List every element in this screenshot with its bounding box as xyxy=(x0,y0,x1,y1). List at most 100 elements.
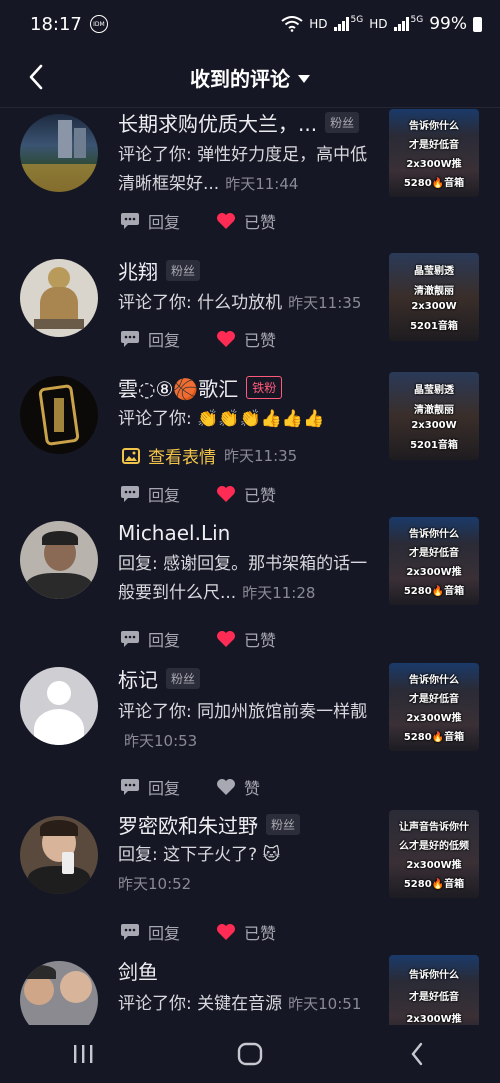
thumbnail-caption: 晶莹剔透 清澈靓丽 2x300W 5201音箱 xyxy=(389,372,479,460)
heart-icon xyxy=(217,331,236,347)
thumb-line: 2x300W推 xyxy=(406,567,462,578)
video-thumbnail[interactable]: 告诉你什么 才是好低音 2x300W推 xyxy=(389,955,479,1025)
fan-badge: 粉丝 xyxy=(166,667,201,689)
like-button[interactable]: 赞 xyxy=(216,775,260,799)
like-button[interactable]: 已赞 xyxy=(216,209,276,233)
reply-label: 回复 xyxy=(148,486,181,505)
like-button[interactable]: 已赞 xyxy=(216,627,276,651)
thumb-line: 才是好低音 xyxy=(409,694,459,705)
thumb-line: 才是好低音 xyxy=(409,140,459,151)
comment-body: 回复: 这下子火了? 🐱 xyxy=(118,845,281,865)
avatar[interactable] xyxy=(20,259,98,337)
reply-button[interactable]: 回复 xyxy=(120,920,180,944)
heart-outline-icon xyxy=(217,779,236,795)
avatar[interactable] xyxy=(20,521,98,599)
thumbnail-caption: 让声音告诉你什 么才是好的低频 2x300W推 5280🔥音箱 xyxy=(389,810,479,898)
user-name[interactable]: 标记 xyxy=(118,664,158,693)
video-thumbnail[interactable]: 晶莹剔透 清澈靓丽 2x300W 5201音箱 xyxy=(389,253,479,341)
comment-text[interactable]: 回复: 这下子火了? 🐱 xyxy=(118,841,376,870)
name-row: 剑鱼 xyxy=(118,955,158,985)
view-sticker-link[interactable]: 查看表情 昨天11:35 xyxy=(122,443,297,468)
thumb-line: 告诉你什么 xyxy=(409,970,459,981)
avatar[interactable] xyxy=(20,961,98,1025)
thumbnail-caption: 告诉你什么 才是好低音 2x300W推 5280🔥音箱 xyxy=(389,517,479,605)
battery-icon xyxy=(473,16,482,32)
user-name[interactable]: 剑鱼 xyxy=(118,956,158,985)
title-dropdown[interactable]: 收到的评论 xyxy=(190,63,310,92)
avatar[interactable] xyxy=(20,667,98,745)
heart-icon xyxy=(217,486,236,502)
reply-label: 回复 xyxy=(148,213,181,232)
thumb-line: 5201音箱 xyxy=(410,440,458,452)
name-row: 长期求购优质大兰，... 粉丝 xyxy=(118,109,360,137)
comment-time: 昨天10:52 xyxy=(118,875,192,893)
video-thumbnail[interactable]: 让声音告诉你什 么才是好的低频 2x300W推 5280🔥音箱 xyxy=(389,810,479,898)
reply-button[interactable]: 回复 xyxy=(120,627,180,651)
video-thumbnail[interactable]: 告诉你什么 才是好低音 2x300W推 5280🔥音箱 xyxy=(389,663,479,751)
home-button[interactable] xyxy=(230,1034,270,1074)
user-name[interactable]: 兆翔 xyxy=(118,256,158,285)
comment-body: 评论了你: 什么功放机 xyxy=(118,293,283,313)
like-button[interactable]: 已赞 xyxy=(216,920,276,944)
comment-text[interactable]: 评论了你: 👏👏👏👍👍👍 xyxy=(118,405,376,434)
user-name[interactable]: Michael.Lin xyxy=(118,521,230,545)
like-button[interactable]: 已赞 xyxy=(216,327,276,351)
comment-time: 昨天11:35 xyxy=(224,447,298,465)
video-thumbnail[interactable]: 晶莹剔透 清澈靓丽 2x300W 5201音箱 xyxy=(389,372,479,460)
comment-actions: 回复 已赞 xyxy=(120,482,312,506)
comment-time-row: 昨天10:52 xyxy=(118,870,376,899)
user-name[interactable]: 罗密欧和朱过野 xyxy=(118,810,258,839)
app-header: 收到的评论 xyxy=(0,48,500,108)
back-button[interactable] xyxy=(24,62,48,92)
comment-actions: 回复 赞 xyxy=(120,775,296,799)
comment-text[interactable]: 评论了你: 什么功放机 昨天11:35 xyxy=(118,289,376,318)
comment-actions: 回复 已赞 xyxy=(120,327,312,351)
network-label-2: 5G xyxy=(410,15,424,25)
video-thumbnail[interactable]: 告诉你什么 才是好低音 2x300W推 5280🔥音箱 xyxy=(389,109,479,197)
comment-time: 昨天10:51 xyxy=(288,995,362,1013)
reply-button[interactable]: 回复 xyxy=(120,209,180,233)
reply-button[interactable]: 回复 xyxy=(120,327,180,351)
liked-label: 已赞 xyxy=(244,331,277,350)
chevron-left-icon xyxy=(411,1042,422,1066)
comment-body: 评论了你: 关键在音源 xyxy=(118,994,283,1014)
liked-label: 已赞 xyxy=(244,631,277,650)
comment-text[interactable]: 评论了你: 同加州旅馆前奏一样靓昨天10:53 xyxy=(118,698,376,756)
avatar[interactable] xyxy=(20,114,98,192)
status-icons: HD 5G HD 5G 99% xyxy=(281,14,482,34)
comment-actions: 回复 已赞 xyxy=(120,627,312,651)
thumb-line: 2x300W推 xyxy=(406,860,462,871)
network-label: 5G xyxy=(350,15,364,25)
user-name[interactable]: 雲◌⑧🏀歌汇 xyxy=(118,373,238,402)
reply-button[interactable]: 回复 xyxy=(120,775,180,799)
comment-time: 昨天10:53 xyxy=(124,732,198,750)
reply-button[interactable]: 回复 xyxy=(120,482,180,506)
thumb-line: 2x300W推 xyxy=(406,1014,462,1025)
idm-icon: IDM xyxy=(89,15,108,33)
name-row: 兆翔 粉丝 xyxy=(118,255,201,285)
name-row: Michael.Lin xyxy=(118,518,230,548)
avatar[interactable] xyxy=(20,376,98,454)
chat-bubble-icon xyxy=(121,213,139,229)
comment-list[interactable]: 长期求购优质大兰，... 粉丝 评论了你: 弹性好力度足，高中低清晰框架好...… xyxy=(0,109,500,1025)
name-row: 雲◌⑧🏀歌汇 铁粉 xyxy=(118,372,283,402)
comment-text[interactable]: 评论了你: 弹性好力度足，高中低清晰框架好... 昨天11:44 xyxy=(118,141,376,199)
thumb-line: 告诉你什么 xyxy=(409,121,459,132)
liked-label: 已赞 xyxy=(244,213,277,232)
fan-badge: 粉丝 xyxy=(166,259,201,281)
like-button[interactable]: 已赞 xyxy=(216,482,276,506)
liked-label: 已赞 xyxy=(244,486,277,505)
comment-text[interactable]: 回复: 感谢回复。那书架箱的话一般要到什么尺... 昨天11:28 xyxy=(118,550,376,608)
reply-label: 回复 xyxy=(148,779,181,798)
video-thumbnail[interactable]: 告诉你什么 才是好低音 2x300W推 5280🔥音箱 xyxy=(389,517,479,605)
user-name[interactable]: 长期求购优质大兰，... xyxy=(118,109,317,137)
thumb-line: 让声音告诉你什 xyxy=(399,822,469,833)
system-back-button[interactable] xyxy=(397,1034,437,1074)
thumb-line: 2x300W xyxy=(411,420,457,432)
comment-text[interactable]: 评论了你: 关键在音源 昨天10:51 xyxy=(118,990,376,1019)
thumb-line: 晶莹剔透 xyxy=(414,265,454,277)
recent-apps-button[interactable] xyxy=(63,1034,103,1074)
avatar[interactable] xyxy=(20,816,98,894)
sticker-label: 查看表情 xyxy=(148,448,216,468)
liked-label: 已赞 xyxy=(244,924,277,943)
